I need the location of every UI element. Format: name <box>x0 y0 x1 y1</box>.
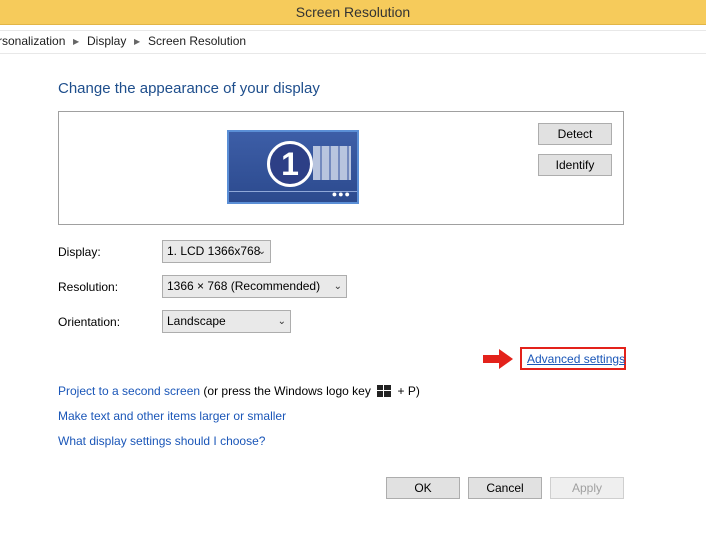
resolution-select-value: 1366 × 768 (Recommended) <box>167 279 321 293</box>
monitor-tiles <box>313 146 351 180</box>
project-second-screen-link[interactable]: Project to a second screen <box>58 384 200 398</box>
page-title: Change the appearance of your display <box>58 80 320 97</box>
red-arrow-icon <box>483 349 513 369</box>
breadcrumb-separator-icon: ▶ <box>134 37 141 46</box>
display-label: Display: <box>58 245 101 259</box>
windows-logo-icon <box>377 385 392 397</box>
breadcrumb: rsonalization ▶ Display ▶ Screen Resolut… <box>0 30 706 54</box>
monitor-number: 1 <box>267 141 313 187</box>
apply-button[interactable]: Apply <box>550 477 624 499</box>
breadcrumb-item-screen-resolution[interactable]: Screen Resolution <box>148 34 246 48</box>
chevron-down-icon: ⌄ <box>257 246 266 257</box>
window-title: Screen Resolution <box>0 0 706 25</box>
advanced-settings-link[interactable]: Advanced settings <box>527 352 625 366</box>
orientation-select[interactable]: Landscape ⌄ <box>162 310 291 333</box>
monitor-dots: ●●● <box>331 189 351 199</box>
identify-button[interactable]: Identify <box>538 154 612 176</box>
display-select-value: 1. LCD 1366x768 <box>167 244 261 258</box>
breadcrumb-separator-icon: ▶ <box>73 37 80 46</box>
cancel-button[interactable]: Cancel <box>468 477 542 499</box>
ok-button[interactable]: OK <box>386 477 460 499</box>
breadcrumb-item-display[interactable]: Display <box>87 34 126 48</box>
resolution-select[interactable]: 1366 × 768 (Recommended) ⌄ <box>162 275 347 298</box>
orientation-select-value: Landscape <box>167 314 226 328</box>
chevron-down-icon: ⌄ <box>333 281 342 292</box>
display-select[interactable]: 1. LCD 1366x768 ⌄ <box>162 240 271 263</box>
project-line: Project to a second screen (or press the… <box>58 384 420 398</box>
detect-button[interactable]: Detect <box>538 123 612 145</box>
project-hint-suffix: + P) <box>397 384 420 398</box>
monitor-panel: 1 ●●● Detect Identify <box>58 111 624 225</box>
larger-text-link[interactable]: Make text and other items larger or smal… <box>58 409 286 423</box>
orientation-label: Orientation: <box>58 315 121 329</box>
resolution-label: Resolution: <box>58 280 119 294</box>
project-hint-text: (or press the Windows logo key <box>203 384 371 398</box>
breadcrumb-item-personalization[interactable]: rsonalization <box>0 34 65 48</box>
display-settings-help-link[interactable]: What display settings should I choose? <box>58 434 265 448</box>
monitor-1-icon[interactable]: 1 ●●● <box>227 130 359 204</box>
chevron-down-icon: ⌄ <box>277 316 286 327</box>
